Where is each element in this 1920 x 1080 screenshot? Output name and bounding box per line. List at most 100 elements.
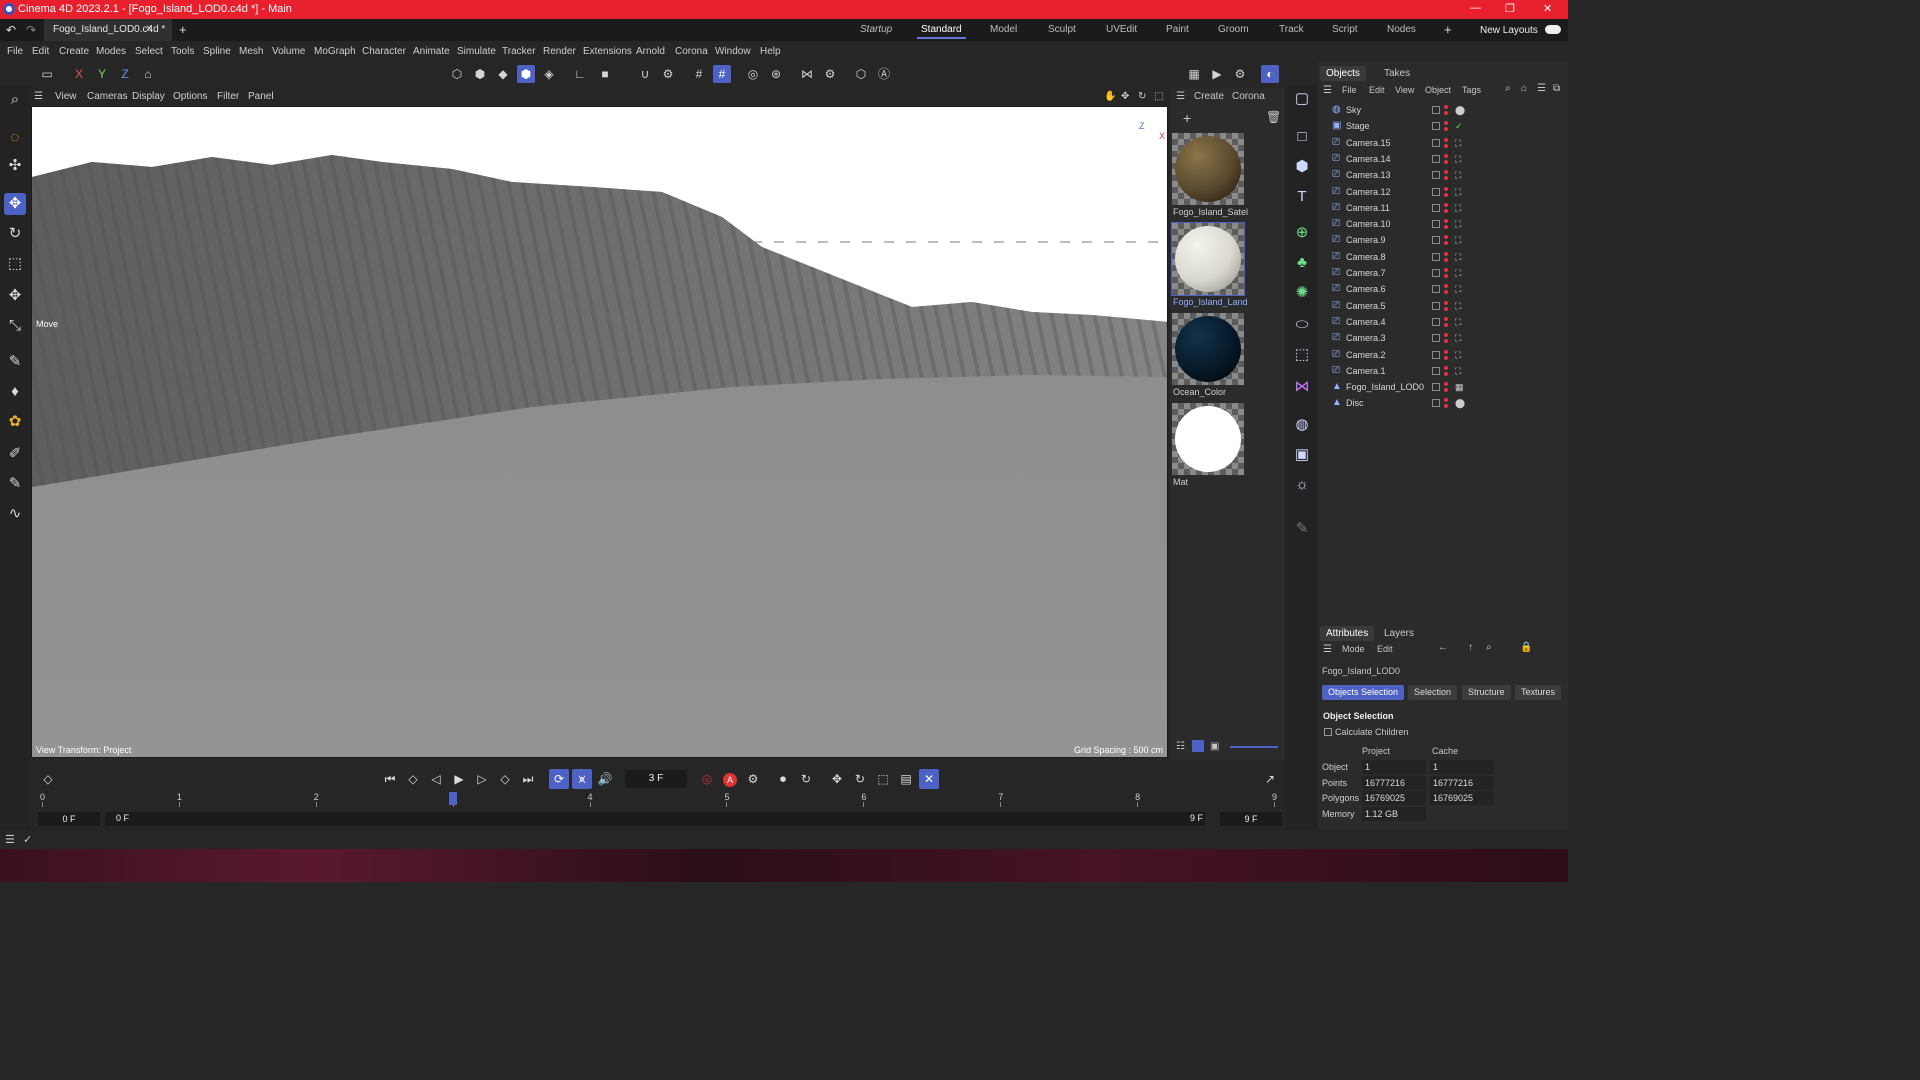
material-swatch[interactable]	[1172, 133, 1244, 205]
layer-checkbox[interactable]	[1432, 383, 1440, 392]
attr-search-icon[interactable]: ⌕	[1486, 642, 1492, 653]
frame-range-slider[interactable]	[105, 812, 1205, 826]
delete-material-icon[interactable]: 🗑	[1266, 110, 1281, 124]
square-primitive-icon[interactable]: □	[1290, 125, 1314, 149]
layer-checkbox[interactable]	[1432, 252, 1440, 261]
tab-layers[interactable]: Layers	[1378, 626, 1420, 641]
object-row[interactable]: ⎚ Camera.9 ⛶	[1318, 232, 1568, 248]
list-view-icon[interactable]: ☷	[1176, 741, 1185, 752]
layer-checkbox[interactable]	[1432, 236, 1440, 245]
menu-volume[interactable]: Volume	[272, 46, 305, 57]
new-layouts-toggle[interactable]	[1545, 25, 1561, 34]
polygons-mode-icon[interactable]: ◆	[494, 65, 512, 83]
render-visibility-dot[interactable]	[1444, 355, 1448, 360]
layer-checkbox[interactable]	[1432, 399, 1440, 408]
layer-checkbox[interactable]	[1432, 154, 1440, 163]
editor-visibility-dot[interactable]	[1444, 382, 1448, 387]
material-menu-create[interactable]: Create	[1194, 91, 1224, 102]
camera-icon[interactable]: ▣	[1290, 443, 1314, 467]
selection-button[interactable]: Selection	[1408, 685, 1458, 700]
editor-visibility-dot[interactable]	[1444, 219, 1448, 224]
object-row[interactable]: ⎚ Camera.14 ⛶	[1318, 151, 1568, 167]
object-menu-icon[interactable]: ☰	[1323, 85, 1332, 96]
start-frame-field[interactable]: 0 F	[38, 812, 100, 826]
render-visibility-dot[interactable]	[1444, 404, 1448, 409]
object-row[interactable]: ⎚ Camera.6 ⛶	[1318, 281, 1568, 297]
rotate-tool-icon[interactable]: ↻	[4, 223, 26, 245]
viewport-menu-panel[interactable]: Panel	[248, 91, 274, 102]
sky-globe-icon[interactable]: ◍	[1290, 413, 1314, 437]
add-material-icon[interactable]: +	[1183, 110, 1191, 126]
render-visibility-dot[interactable]	[1444, 111, 1448, 115]
up-arrow-icon[interactable]: ↑	[1468, 642, 1473, 653]
render-visibility-dot[interactable]	[1444, 143, 1448, 148]
layer-checkbox[interactable]	[1432, 269, 1440, 277]
object-menu-edit[interactable]: Edit	[1369, 85, 1385, 95]
edges-mode-icon[interactable]: ⬢	[471, 65, 489, 83]
solo-icon[interactable]: ■	[596, 65, 614, 83]
minimize-icon[interactable]: —	[1470, 2, 1481, 14]
attr-menu-edit[interactable]: Edit	[1377, 644, 1393, 654]
workplane-icon[interactable]: ∟	[571, 65, 589, 83]
editor-visibility-dot[interactable]	[1444, 349, 1448, 354]
menu-create[interactable]: Create	[59, 46, 89, 57]
tag-icon[interactable]: ⛶	[1455, 301, 1461, 312]
menu-modes[interactable]: Modes	[96, 46, 126, 57]
structure-button[interactable]: Structure	[1462, 685, 1511, 700]
menu-select[interactable]: Select	[135, 46, 163, 57]
render-visibility-dot[interactable]	[1444, 208, 1448, 213]
orbit-icon[interactable]: ↻	[1138, 91, 1146, 102]
document-tab[interactable]: Fogo_Island_LOD0.c4d * ×	[44, 19, 172, 41]
object-row[interactable]: ⎚ Camera.5 ⛶	[1318, 298, 1568, 314]
editor-visibility-dot[interactable]	[1444, 333, 1448, 338]
tag-icon[interactable]: ⛶	[1455, 203, 1461, 214]
menu-arnold[interactable]: Arnold	[636, 46, 665, 57]
render-visibility-dot[interactable]	[1444, 159, 1448, 164]
field-icon[interactable]: ⬚	[1290, 343, 1314, 367]
layout-startup[interactable]: Startup	[860, 24, 892, 35]
deformer-icon[interactable]: ⬭	[1290, 313, 1314, 337]
calculate-children-checkbox[interactable]	[1324, 728, 1332, 736]
object-row[interactable]: ⎚ Camera.12 ⛶	[1318, 184, 1568, 200]
viewport-menu-view[interactable]: View	[55, 91, 77, 102]
object-menu-view[interactable]: View	[1395, 85, 1414, 95]
cloner-icon[interactable]: ♣	[1290, 251, 1314, 275]
object-menu-tags[interactable]: Tags	[1462, 85, 1481, 95]
object-new-window-icon[interactable]: ⧉	[1553, 83, 1560, 94]
layer-checkbox[interactable]	[1432, 220, 1440, 229]
maximize-view-icon[interactable]: ⬚	[1154, 91, 1163, 102]
object-row[interactable]: ▣ Stage ✓	[1318, 118, 1568, 134]
render-visibility-dot[interactable]	[1444, 192, 1448, 197]
settings-gear-icon[interactable]: ⚙	[659, 65, 677, 83]
spline-sketch-icon[interactable]: ∿	[4, 503, 26, 525]
menu-mograph[interactable]: MoGraph	[314, 46, 356, 57]
layout-track[interactable]: Track	[1279, 24, 1304, 35]
tweak-gear-icon[interactable]: ⚙	[821, 65, 839, 83]
material-menu-corona[interactable]: Corona	[1232, 91, 1265, 102]
preview-size-slider[interactable]	[1230, 746, 1278, 748]
grid-view-icon[interactable]	[1192, 740, 1204, 752]
menu-spline[interactable]: Spline	[203, 46, 231, 57]
dynamics-icon[interactable]: ⊛	[767, 65, 785, 83]
tag-icon[interactable]: ⬤	[1455, 105, 1465, 116]
cloud-icon[interactable]: ⬡	[852, 65, 870, 83]
effector-icon[interactable]: ✺	[1290, 281, 1314, 305]
render-visibility-dot[interactable]	[1444, 127, 1448, 132]
editor-visibility-dot[interactable]	[1444, 316, 1448, 321]
object-mode-icon[interactable]: ⬢	[517, 65, 535, 83]
editor-visibility-dot[interactable]	[1444, 202, 1448, 207]
tag-icon[interactable]: ⛶	[1455, 170, 1461, 181]
attr-menu-mode[interactable]: Mode	[1342, 644, 1365, 654]
object-filter-icon[interactable]: ☰	[1537, 83, 1546, 94]
transform-tool-icon[interactable]: ✥	[4, 285, 26, 307]
object-row[interactable]: ⎚ Camera.2 ⛶	[1318, 347, 1568, 363]
tag-icon[interactable]: ⛶	[1455, 317, 1461, 328]
viewport-menu-filter[interactable]: Filter	[217, 91, 239, 102]
points-mode-icon[interactable]: ⬡	[448, 65, 466, 83]
tag-icon[interactable]: ⛶	[1455, 333, 1461, 344]
maximize-icon[interactable]: ❐	[1505, 2, 1515, 15]
camera-view-icon[interactable]: ▢	[1290, 87, 1314, 111]
live-selection-icon[interactable]: ✣	[4, 155, 26, 177]
object-row[interactable]: ⎚ Camera.11 ⛶	[1318, 200, 1568, 216]
close-window-icon[interactable]: ✕	[1543, 2, 1552, 15]
